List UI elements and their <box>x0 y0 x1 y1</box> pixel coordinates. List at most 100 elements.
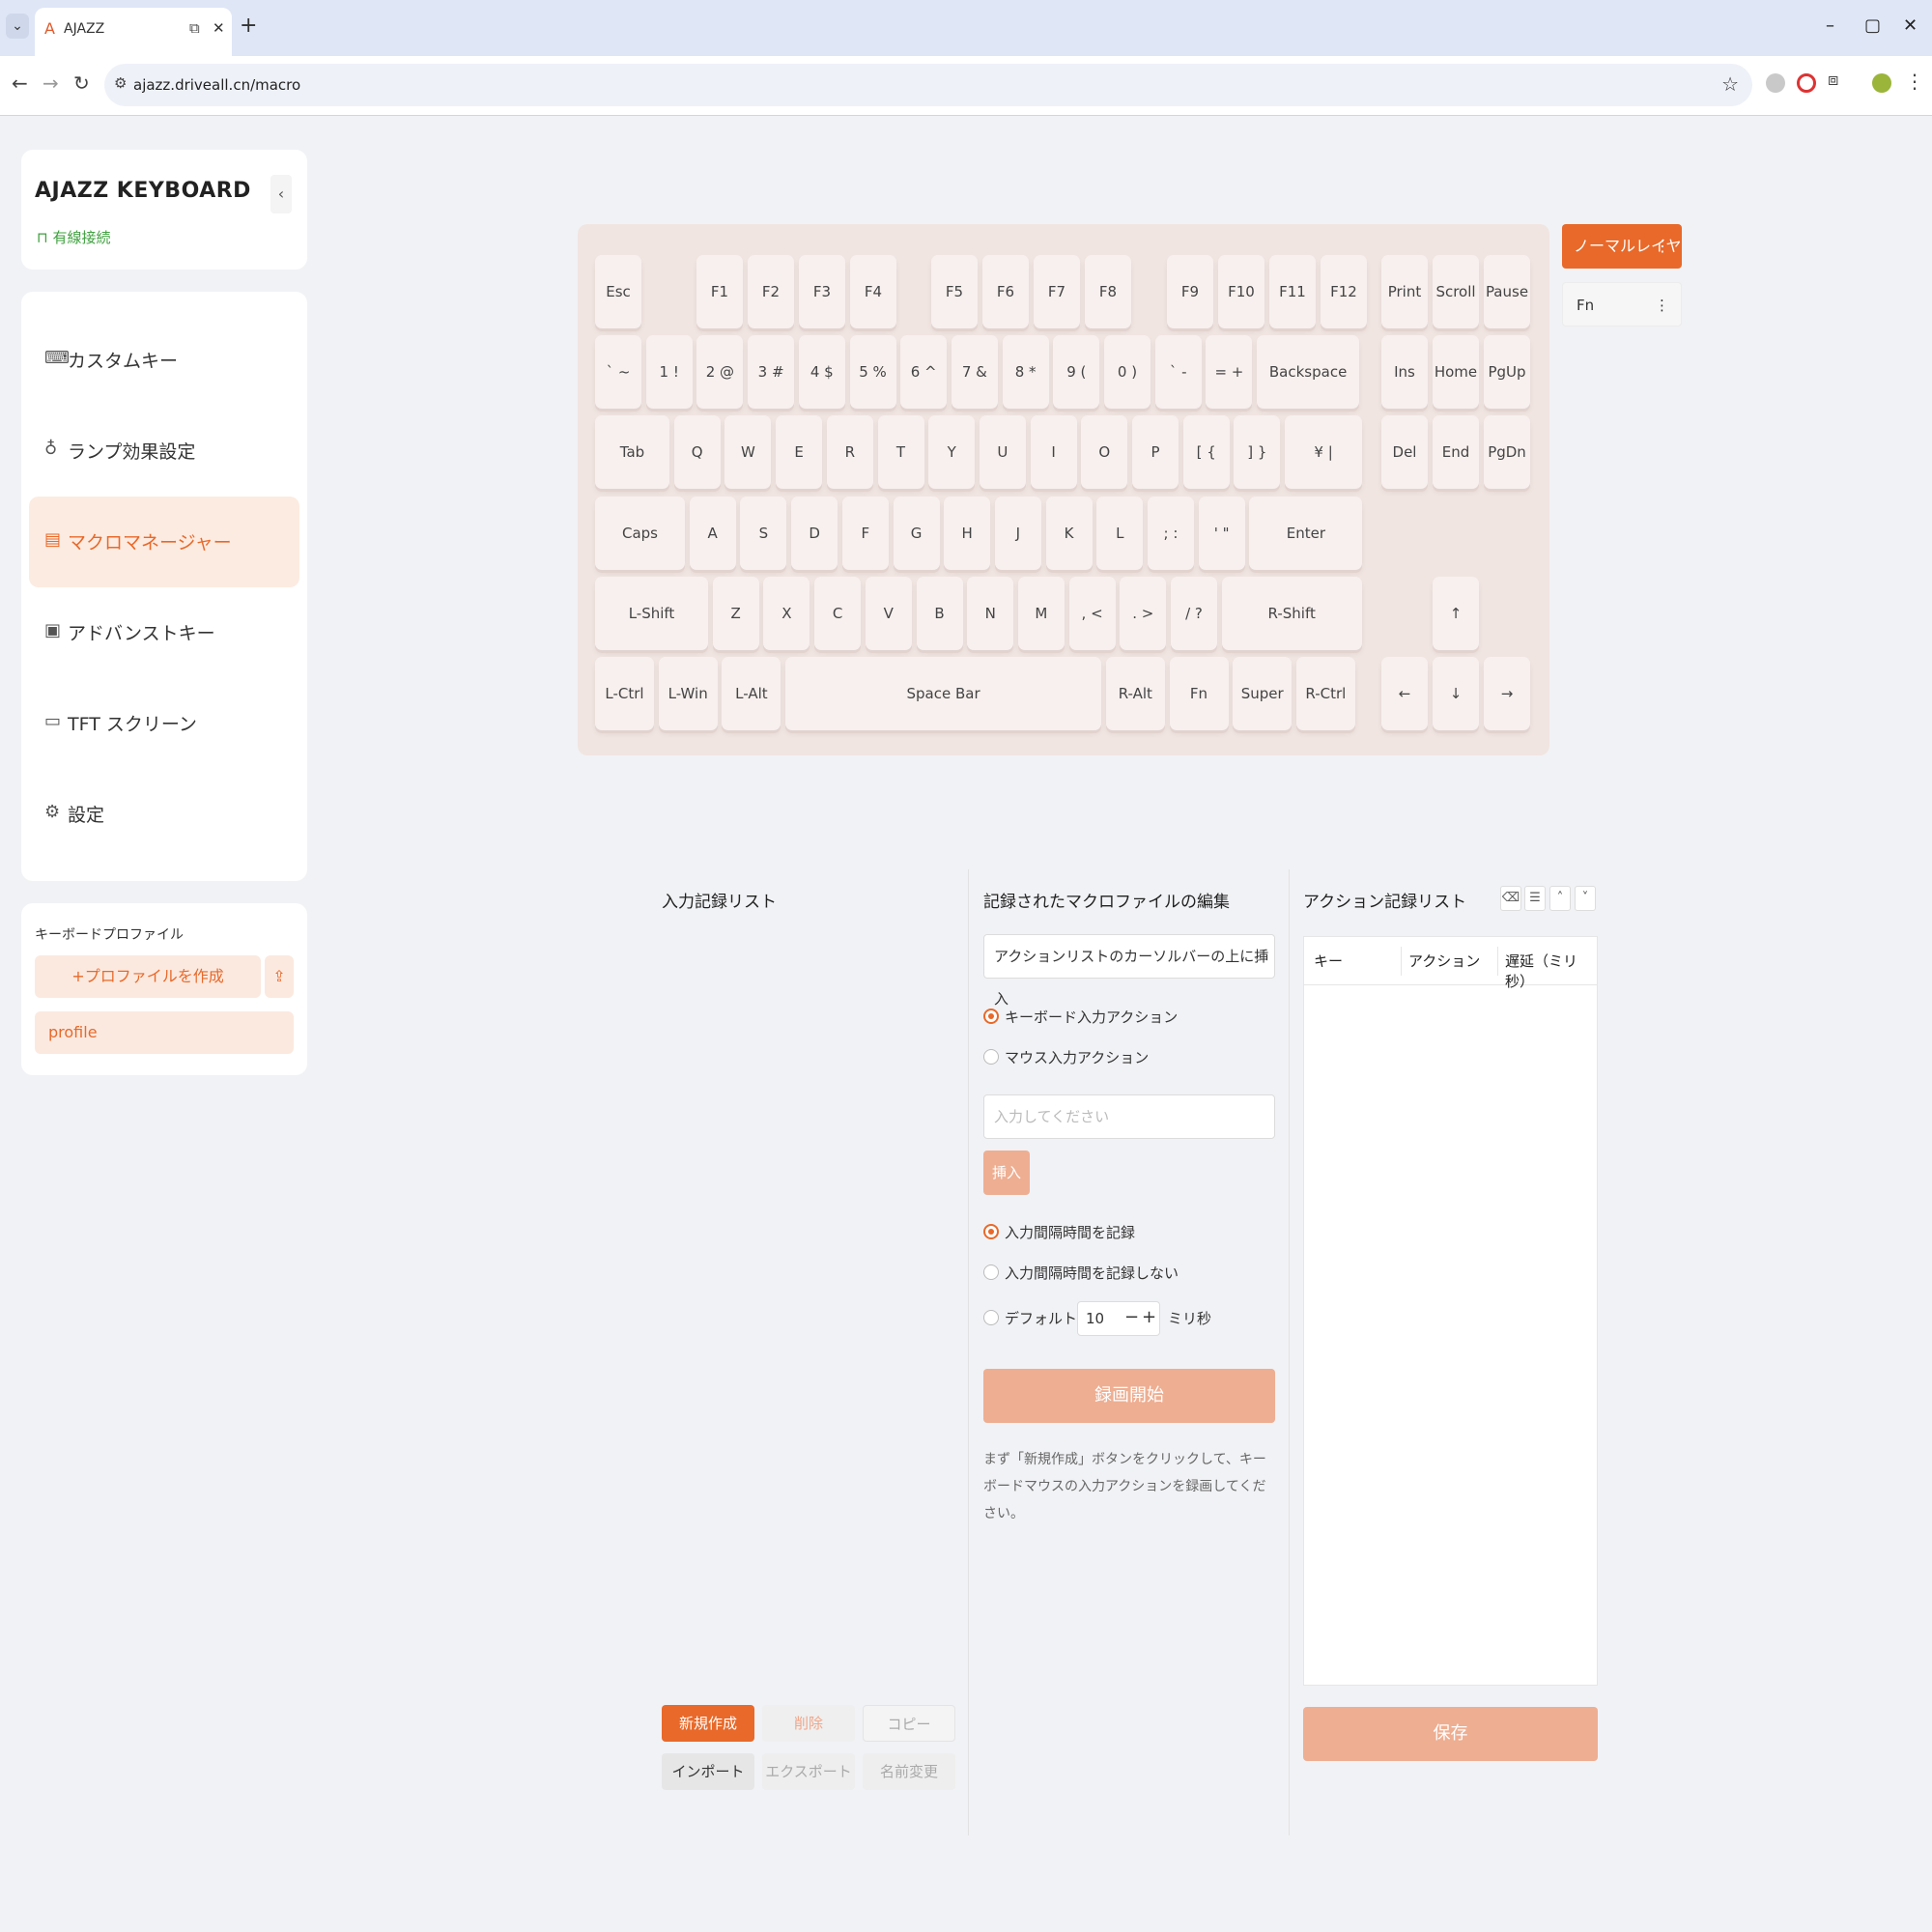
window-restore-button[interactable]: ▢ <box>1864 15 1881 36</box>
key-9[interactable]: 9 ( <box>1053 335 1100 409</box>
key-3[interactable]: 3 # <box>748 335 795 409</box>
layer-menu-icon[interactable]: ⋮ <box>1655 224 1670 269</box>
key-l[interactable]: L <box>1096 497 1144 570</box>
create-profile-button[interactable]: +プロファイルを作成 <box>35 955 261 998</box>
import-profile-icon[interactable]: ⇪ <box>265 955 294 998</box>
import-macro-button[interactable]: インポート <box>662 1753 754 1790</box>
key-f8[interactable]: F8 <box>1085 255 1131 328</box>
key-f6[interactable]: F6 <box>982 255 1029 328</box>
record-extension-icon[interactable] <box>1797 73 1816 93</box>
key-l-ctrl[interactable]: L-Ctrl <box>595 657 654 730</box>
key-f11[interactable]: F11 <box>1269 255 1316 328</box>
save-button[interactable]: 保存 <box>1303 1707 1598 1761</box>
radio-no-interval[interactable]: 入力間隔時間を記録しない <box>983 1263 1179 1283</box>
key-[interactable]: / ? <box>1171 577 1217 650</box>
key-space-bar[interactable]: Space Bar <box>785 657 1102 730</box>
key-d[interactable]: D <box>791 497 838 570</box>
key-u[interactable]: U <box>979 415 1026 489</box>
key-super[interactable]: Super <box>1233 657 1293 730</box>
window-close-button[interactable]: ✕ <box>1903 15 1918 36</box>
radio-button[interactable] <box>983 1264 999 1280</box>
key-e[interactable]: E <box>776 415 823 489</box>
key-[interactable]: [ { <box>1182 415 1230 489</box>
address-url[interactable]: ajazz.driveall.cn/macro <box>133 76 300 94</box>
insert-position-select[interactable]: アクションリストのカーソルバーの上に挿入 ⌄ <box>983 934 1275 1008</box>
key-caps[interactable]: Caps <box>595 497 685 570</box>
key-8[interactable]: 8 * <box>1002 335 1049 409</box>
key-f1[interactable]: F1 <box>696 255 743 328</box>
clear-broom-icon[interactable]: ⌫ <box>1500 886 1521 911</box>
browser-tab[interactable]: A AJAZZ ⧉ ✕ <box>35 8 232 56</box>
key-g[interactable]: G <box>893 497 940 570</box>
radio-button[interactable] <box>983 1008 999 1024</box>
site-settings-icon[interactable]: ⚙ <box>114 74 127 92</box>
key-[interactable]: ` ~ <box>595 335 641 409</box>
key-t[interactable]: T <box>877 415 924 489</box>
key-4[interactable]: 4 $ <box>798 335 845 409</box>
extension-icon[interactable] <box>1766 73 1785 93</box>
key-[interactable]: ↓ <box>1433 657 1479 730</box>
key-f7[interactable]: F7 <box>1034 255 1080 328</box>
key-tab[interactable]: Tab <box>595 415 669 489</box>
key-[interactable]: → <box>1484 657 1530 730</box>
action-input-field[interactable] <box>983 1094 1275 1139</box>
key-x[interactable]: X <box>763 577 810 650</box>
key-print[interactable]: Print <box>1381 255 1428 328</box>
key-ins[interactable]: Ins <box>1381 335 1428 409</box>
layer-menu-icon[interactable]: ⋮ <box>1655 283 1669 327</box>
key-pause[interactable]: Pause <box>1484 255 1530 328</box>
key-r-alt[interactable]: R-Alt <box>1105 657 1165 730</box>
key-end[interactable]: End <box>1433 415 1479 489</box>
key-f2[interactable]: F2 <box>748 255 794 328</box>
key-l-shift[interactable]: L-Shift <box>595 577 708 650</box>
key-f[interactable]: F <box>841 497 889 570</box>
key-h[interactable]: H <box>944 497 991 570</box>
window-minimize-button[interactable]: – <box>1826 15 1834 36</box>
key-home[interactable]: Home <box>1433 335 1479 409</box>
delete-macro-button[interactable]: 削除 <box>762 1705 855 1742</box>
key-p[interactable]: P <box>1132 415 1179 489</box>
key-f10[interactable]: F10 <box>1218 255 1264 328</box>
key-5[interactable]: 5 % <box>849 335 896 409</box>
key-q[interactable]: Q <box>673 415 721 489</box>
key-n[interactable]: N <box>967 577 1014 650</box>
export-macro-button[interactable]: エクスポート <box>762 1753 855 1790</box>
key-[interactable]: = + <box>1206 335 1253 409</box>
key-l-alt[interactable]: L-Alt <box>722 657 781 730</box>
key-[interactable]: ← <box>1381 657 1428 730</box>
rename-macro-button[interactable]: 名前変更 <box>863 1753 955 1790</box>
key-f3[interactable]: F3 <box>799 255 845 328</box>
sidebar-item-macro-manager[interactable]: ▤ マクロマネージャー <box>29 497 299 587</box>
forward-arrow-icon[interactable]: → <box>43 71 59 95</box>
sidebar-item-lighting[interactable]: ♁ ランプ効果設定 <box>29 406 299 497</box>
sidebar-item-advanced-keys[interactable]: ▣ アドバンストキー <box>29 587 299 678</box>
radio-button[interactable] <box>983 1309 999 1325</box>
key-l-win[interactable]: L-Win <box>658 657 718 730</box>
key-fn[interactable]: Fn <box>1169 657 1229 730</box>
key-b[interactable]: B <box>916 577 963 650</box>
list-tool-icon[interactable]: ☰ <box>1524 886 1546 911</box>
move-down-icon[interactable]: ˅ <box>1575 886 1596 911</box>
key-scroll[interactable]: Scroll <box>1433 255 1479 328</box>
key-del[interactable]: Del <box>1381 415 1428 489</box>
decrement-icon[interactable]: − <box>1124 1307 1139 1327</box>
sidebar-item-tft-screen[interactable]: ▭ TFT スクリーン <box>29 678 299 769</box>
key-r[interactable]: R <box>826 415 873 489</box>
key-a[interactable]: A <box>689 497 736 570</box>
key-m[interactable]: M <box>1017 577 1065 650</box>
key-f5[interactable]: F5 <box>931 255 978 328</box>
layer-fn-button[interactable]: Fn ⋮ <box>1562 282 1682 327</box>
back-arrow-icon[interactable]: ← <box>12 71 28 95</box>
key-esc[interactable]: Esc <box>595 255 641 328</box>
move-up-icon[interactable]: ˄ <box>1549 886 1571 911</box>
start-recording-button[interactable]: 録画開始 <box>983 1369 1275 1423</box>
extensions-puzzle-icon[interactable]: ⧈ <box>1828 70 1838 90</box>
key-r-ctrl[interactable]: R-Ctrl <box>1295 657 1355 730</box>
key-k[interactable]: K <box>1045 497 1093 570</box>
tab-list-button[interactable]: ⌄ <box>6 14 29 39</box>
key-j[interactable]: J <box>994 497 1041 570</box>
key-f12[interactable]: F12 <box>1321 255 1367 328</box>
media-icon[interactable]: ⧉ <box>189 19 200 37</box>
key-r-shift[interactable]: R-Shift <box>1221 577 1362 650</box>
address-bar[interactable]: ⚙ ajazz.driveall.cn/macro ☆ <box>104 64 1752 106</box>
